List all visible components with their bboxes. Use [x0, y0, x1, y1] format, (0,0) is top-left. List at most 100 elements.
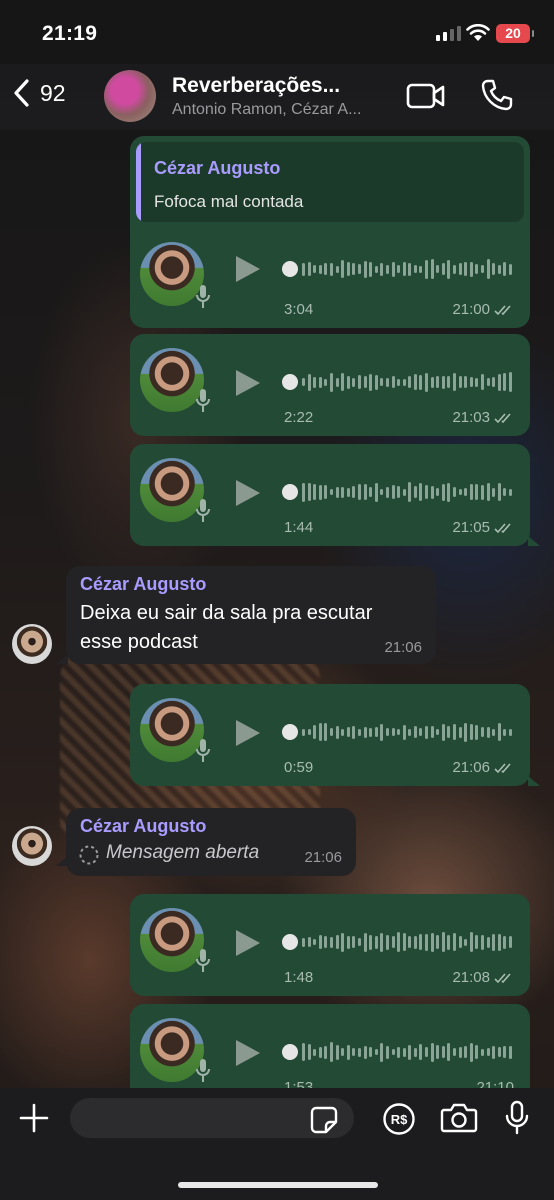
waveform-bar: [385, 728, 389, 736]
waveform-bar: [503, 373, 507, 391]
camera-icon[interactable]: [440, 1102, 478, 1134]
waveform[interactable]: [302, 924, 512, 960]
mic-icon[interactable]: [504, 1100, 530, 1136]
sticker-icon[interactable]: [310, 1106, 338, 1134]
video-call-icon[interactable]: [406, 82, 446, 110]
message-meta: 21:00: [452, 301, 514, 318]
waveform-bar: [430, 726, 434, 738]
waveform-bar: [313, 376, 317, 388]
waveform-bar: [335, 725, 339, 739]
waveform-bar: [302, 378, 305, 386]
back-button[interactable]: 92: [12, 78, 66, 108]
waveform-bar: [341, 260, 345, 278]
voice-message[interactable]: 0:59 21:06: [130, 684, 530, 786]
waveform-bar: [307, 262, 311, 276]
playback-scrubber[interactable]: [282, 261, 298, 277]
waveform-bar: [430, 485, 434, 499]
waveform-bar: [419, 728, 423, 736]
signal-icon: [436, 26, 461, 41]
waveform-bar: [503, 488, 507, 496]
waveform-bar: [341, 932, 345, 952]
waveform-bar: [497, 933, 501, 951]
pix-icon[interactable]: R$: [382, 1102, 416, 1136]
waveform-bar: [425, 259, 429, 279]
sender-photo: [140, 242, 204, 306]
voice-message[interactable]: 1:48 21:08: [130, 894, 530, 996]
text-message[interactable]: Cézar Augusto Deixa eu sair da sala pra …: [66, 566, 436, 664]
view-once-message[interactable]: Cézar Augusto Mensagem aberta 21:06: [66, 808, 356, 876]
waveform-bar: [335, 935, 339, 949]
waveform-bar: [307, 937, 311, 947]
waveform-bar: [302, 262, 305, 276]
waveform-bar: [486, 1048, 490, 1056]
message-text-line: Deixa eu sair da sala pra escutar: [80, 602, 373, 624]
mic-icon: [196, 285, 210, 308]
quote-text: Fofoca mal contada: [154, 192, 304, 211]
waveform-bar: [352, 936, 356, 948]
read-checkmark-icon: [494, 972, 511, 983]
quoted-message[interactable]: Cézar Augusto Fofoca mal contada: [136, 142, 524, 222]
waveform-bar: [469, 377, 473, 387]
play-icon[interactable]: [236, 370, 260, 396]
play-icon[interactable]: [236, 720, 260, 746]
play-icon[interactable]: [236, 1040, 260, 1066]
phone-icon[interactable]: [480, 78, 514, 112]
waveform-bar: [497, 264, 501, 274]
waveform-bar: [341, 373, 345, 391]
waveform[interactable]: [302, 364, 512, 400]
waveform-bar: [425, 725, 429, 739]
waveform[interactable]: [302, 1034, 512, 1070]
plus-icon[interactable]: [18, 1102, 50, 1134]
play-icon[interactable]: [236, 256, 260, 282]
playback-scrubber[interactable]: [282, 934, 298, 950]
waveform-bar: [436, 376, 440, 388]
avatar[interactable]: [12, 624, 52, 664]
waveform-bar: [497, 483, 501, 501]
view-once-icon: [79, 845, 99, 865]
waveform-bar: [374, 482, 378, 502]
voice-message[interactable]: Cézar Augusto Fofoca mal contada 3:04 21…: [130, 136, 530, 328]
waveform-bar: [419, 374, 423, 390]
sender-photo: [140, 458, 204, 522]
waveform-bar: [486, 726, 490, 738]
waveform-bar: [447, 259, 451, 279]
waveform-bar: [369, 261, 373, 277]
voice-message[interactable]: 2:22 21:03: [130, 334, 530, 436]
waveform-bar: [408, 482, 412, 502]
waveform-bar: [413, 265, 417, 273]
waveform-bar: [408, 728, 412, 736]
playback-scrubber[interactable]: [282, 484, 298, 500]
waveform-bar: [352, 263, 356, 275]
waveform-bar: [419, 1044, 423, 1060]
home-indicator[interactable]: [178, 1182, 378, 1188]
play-icon[interactable]: [236, 480, 260, 506]
waveform-bar: [458, 263, 462, 275]
waveform-bar: [481, 934, 484, 950]
playback-scrubber[interactable]: [282, 1044, 298, 1060]
waveform-bar: [458, 1046, 462, 1058]
waveform-bar: [369, 727, 373, 737]
waveform-bar: [335, 377, 339, 387]
waveform[interactable]: [302, 474, 512, 510]
waveform-bar: [413, 374, 417, 390]
play-icon[interactable]: [236, 930, 260, 956]
waveform-bar: [413, 726, 417, 738]
waveform-bar: [419, 483, 423, 501]
group-avatar[interactable]: [104, 70, 156, 122]
playback-scrubber[interactable]: [282, 724, 298, 740]
avatar[interactable]: [12, 826, 52, 866]
waveform[interactable]: [302, 714, 512, 750]
waveform-bar: [346, 375, 350, 389]
waveform-bar: [357, 728, 361, 736]
voice-message[interactable]: 1:44 21:05: [130, 444, 530, 546]
waveform[interactable]: [302, 251, 512, 287]
waveform-bar: [329, 489, 333, 495]
waveform-bar: [481, 1048, 484, 1056]
chat-title-block[interactable]: Reverberações... Antonio Ramon, Cézar A.…: [172, 74, 392, 119]
waveform-bar: [469, 724, 473, 740]
playback-scrubber[interactable]: [282, 374, 298, 390]
read-checkmark-icon: [494, 522, 511, 533]
sender-photo: [140, 348, 204, 412]
waveform-bar: [346, 487, 350, 497]
message-meta: 21:08: [452, 969, 514, 986]
